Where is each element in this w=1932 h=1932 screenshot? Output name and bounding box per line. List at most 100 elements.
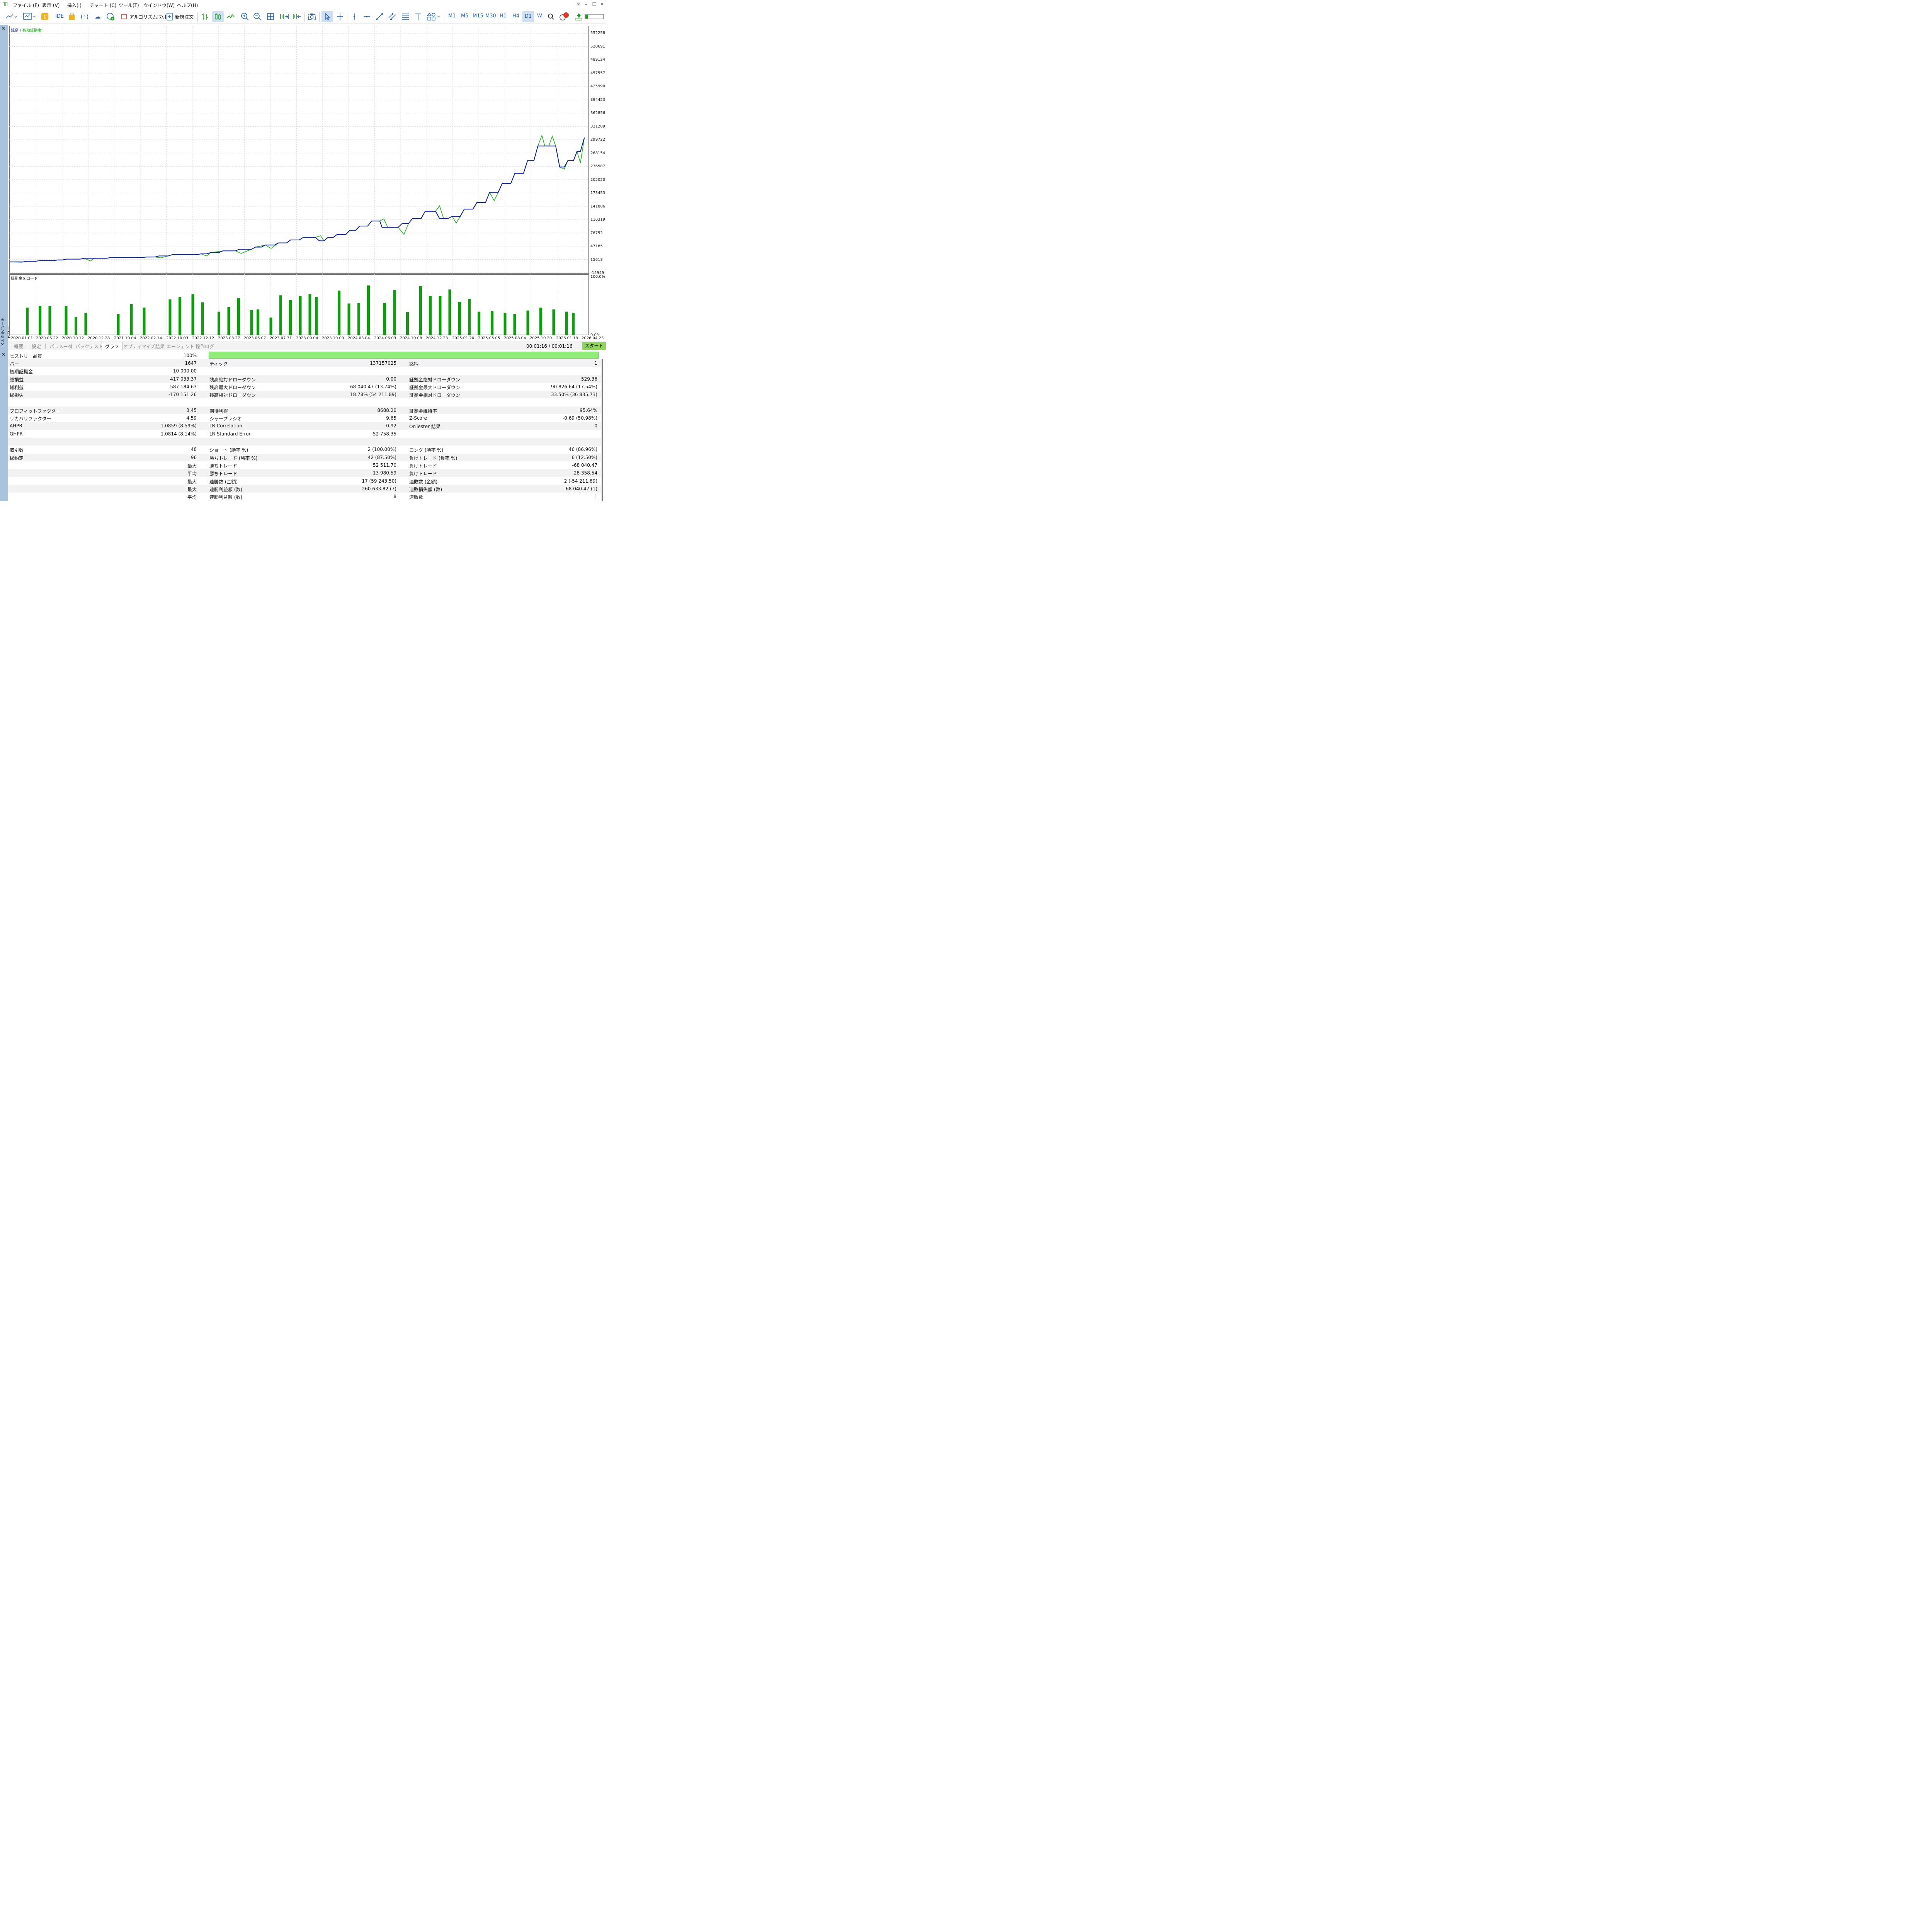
indicators-icon[interactable] xyxy=(22,11,37,22)
report-cell: 取引数 xyxy=(10,447,24,453)
fibonacci-icon[interactable] xyxy=(400,11,410,22)
report-cell: 勝ちトレード xyxy=(209,471,238,477)
load-bar xyxy=(315,297,318,335)
timeframe-m1[interactable]: M1 xyxy=(448,13,456,19)
load-bar xyxy=(439,296,442,335)
report-cell: 総利益 xyxy=(10,384,24,390)
timeframe-w[interactable]: W xyxy=(537,13,542,19)
y-tick-label: 394423 xyxy=(590,97,605,102)
report-cell: 3.45 xyxy=(186,407,197,413)
report-cell: 17 (59 243.50) xyxy=(362,478,396,484)
report-cell: 68 040.47 (13.74%) xyxy=(350,384,396,389)
timeframe-h4[interactable]: H4 xyxy=(512,13,519,19)
report-cell: リカバリファクター xyxy=(10,416,51,422)
timeframe-h1[interactable]: H1 xyxy=(500,13,507,19)
algo-trading-stop-icon[interactable] xyxy=(121,11,128,22)
report-row: AHPR 1.0859 (8.59%) LR Correlation 0.92 OnTe… xyxy=(8,422,601,430)
timeframe-m5[interactable]: M5 xyxy=(461,13,469,19)
menu-window[interactable]: ウインドウ(W) xyxy=(143,2,175,9)
menu-file[interactable]: ファイル (F) xyxy=(13,2,39,9)
bar-chart-icon[interactable] xyxy=(200,11,210,22)
horizontal-line-icon[interactable] xyxy=(362,11,372,22)
load-bar xyxy=(227,307,230,335)
x-tick-label: 2020.12.28 xyxy=(88,336,110,340)
restore-icon[interactable]: ❐ xyxy=(592,2,597,7)
tab-agents[interactable]: エージェント xyxy=(167,343,194,350)
report-cell: 18.78% (54 211.89) xyxy=(350,392,396,398)
x-tick-label: 2024.03.04 xyxy=(348,336,370,340)
history-quality-value: 100% xyxy=(183,353,197,358)
zoom-out-icon[interactable] xyxy=(252,11,262,22)
load-bar xyxy=(357,303,360,335)
menu-chart[interactable]: チャート (C) xyxy=(90,2,116,9)
chart-type-icon[interactable] xyxy=(4,11,19,22)
close-icon[interactable]: ✕ xyxy=(600,2,604,7)
report-cell: 9.65 xyxy=(386,415,396,421)
tab-parameters[interactable]: パラメータ xyxy=(49,343,73,350)
menu-help[interactable]: ヘルプ(H) xyxy=(177,2,198,9)
report-cell: 587 184.63 xyxy=(170,384,197,389)
new-order-button[interactable]: 新規注文 xyxy=(175,14,194,20)
grid-icon[interactable] xyxy=(265,11,276,22)
cloud-icon[interactable]: ☁ xyxy=(93,11,103,22)
tab-journal[interactable]: 操作ログ xyxy=(196,343,214,350)
crosshair-icon[interactable] xyxy=(335,11,345,22)
y-tick-label: 520691 xyxy=(590,44,605,49)
signals-icon[interactable]: (◦) xyxy=(80,11,90,22)
notifications-icon[interactable] xyxy=(558,11,570,22)
report-cell: 最大 xyxy=(187,486,197,492)
candlestick-icon[interactable] xyxy=(212,11,224,22)
x-tick-label: 2022.10.03 xyxy=(166,336,189,340)
tab-optimization[interactable]: オプティマイズ結果 xyxy=(123,343,165,350)
pin-icon[interactable]: ✕ xyxy=(577,2,580,7)
report-cell: 連勝利益額 (数) xyxy=(209,495,243,500)
report-cell: 負けトレード xyxy=(409,471,437,477)
tab-settings[interactable]: 設定 xyxy=(32,343,41,350)
timeframe-m15[interactable]: M15 xyxy=(473,13,483,19)
signal-level-icon xyxy=(575,11,583,22)
timeframe-m30[interactable]: M30 xyxy=(485,13,496,19)
legend-separator: / xyxy=(20,29,21,33)
ide-button[interactable]: IDE xyxy=(55,14,64,19)
vertical-line-icon[interactable] xyxy=(349,11,359,22)
report-cell: 連敗損失額 (数) xyxy=(409,486,442,492)
menu-view[interactable]: 表示 (V) xyxy=(42,2,60,9)
trend-line-icon[interactable] xyxy=(374,11,384,22)
load-bar xyxy=(39,306,41,335)
report-scrollbar[interactable] xyxy=(602,359,603,501)
shopping-bag-icon[interactable] xyxy=(67,11,77,22)
load-bar xyxy=(75,317,77,335)
search-icon[interactable] xyxy=(546,11,556,22)
text-tool-icon[interactable] xyxy=(413,11,423,22)
menu-tools[interactable]: ツール(T) xyxy=(119,2,139,9)
cursor-icon[interactable] xyxy=(321,11,333,22)
y-tick-label: 425990 xyxy=(590,84,605,88)
chart-legend: 残高 / 有効証拠金 xyxy=(11,27,42,33)
menu-insert[interactable]: 挿入(I) xyxy=(67,2,82,9)
auto-scroll-icon[interactable] xyxy=(279,11,290,22)
vps-icon[interactable]: + xyxy=(105,11,116,22)
tab-graph[interactable]: グラフ xyxy=(102,342,123,350)
start-button[interactable]: スタート xyxy=(582,342,606,350)
channel-icon[interactable] xyxy=(387,11,397,22)
close-chart-icon[interactable]: ✕ xyxy=(1,26,6,32)
timeframe-d1[interactable]: D1 xyxy=(522,11,534,22)
zoom-in-icon[interactable] xyxy=(240,11,250,22)
x-tick-label: 2023.03.27 xyxy=(218,336,240,340)
y-tick-label: 173453 xyxy=(590,191,605,195)
elapsed-timer: 00:01:16 / 00:01:16 xyxy=(526,344,573,349)
minimize-icon[interactable]: – xyxy=(585,2,587,7)
close-tester-icon[interactable]: ✕ xyxy=(1,352,6,358)
shapes-icon[interactable] xyxy=(426,11,441,22)
x-tick-label: 2026.01.19 xyxy=(556,336,578,340)
market-icon[interactable]: $ xyxy=(40,11,49,22)
new-order-icon[interactable] xyxy=(166,11,173,22)
load-bar xyxy=(191,294,194,335)
line-chart-icon[interactable] xyxy=(226,11,236,22)
algo-trading-button[interactable]: アルゴリズム取引 xyxy=(129,14,167,20)
tab-summary[interactable]: 概要 xyxy=(14,343,23,350)
chart-shift-icon[interactable] xyxy=(292,11,303,22)
screenshot-icon[interactable] xyxy=(307,11,317,22)
load-bar xyxy=(503,313,507,335)
tab-backtest[interactable]: バックテスト xyxy=(75,343,103,350)
